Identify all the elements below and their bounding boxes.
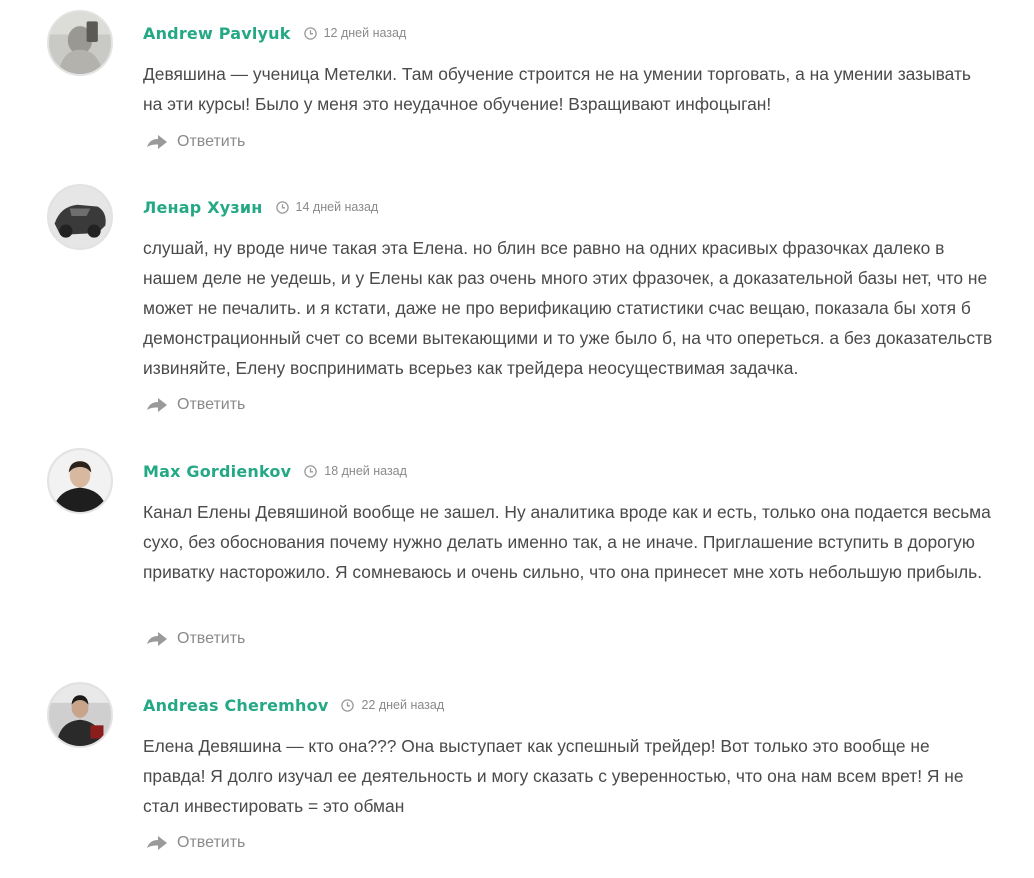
comment-meta: Andreas Cheremhov 22 дней назад: [143, 693, 444, 717]
avatar[interactable]: [47, 10, 113, 76]
author-name[interactable]: Andrew Pavlyuk: [143, 24, 291, 43]
comment-date: 12 дней назад: [323, 26, 407, 40]
reply-arrow-icon: [146, 134, 168, 150]
comment-meta: Andrew Pavlyuk 12 дней назад: [143, 21, 406, 45]
reply-label: Ответить: [177, 630, 246, 647]
comment-text: Канал Елены Девяшиной вообще не зашел. Н…: [143, 502, 991, 582]
comment-date: 22 дней назад: [361, 698, 445, 712]
reply-arrow-icon: [146, 835, 168, 851]
author-name[interactable]: Max Gordienkov: [143, 462, 291, 481]
comment-text: слушай, ну вроде ниче такая эта Елена. н…: [143, 238, 993, 378]
clock-icon: [341, 698, 355, 712]
reply-arrow-icon: [146, 397, 168, 413]
clock-icon: [304, 464, 317, 478]
comment-text: Елена Девяшина — кто она??? Она выступае…: [143, 736, 964, 816]
comment-meta: Ленар Хузин 14 дней назад: [143, 195, 378, 219]
avatar[interactable]: [47, 448, 113, 514]
comment-text: Девяшина — ученица Метелки. Там обучение…: [143, 64, 971, 114]
reply-button[interactable]: Ответить: [146, 396, 245, 414]
author-name[interactable]: Andreas Cheremhov: [143, 696, 328, 715]
avatar[interactable]: [47, 682, 113, 748]
reply-label: Ответить: [177, 396, 246, 413]
reply-button[interactable]: Ответить: [146, 630, 245, 648]
author-name[interactable]: Ленар Хузин: [143, 198, 263, 217]
clock-icon: [303, 26, 317, 40]
reply-button[interactable]: Ответить: [146, 133, 245, 151]
comment-date: 14 дней назад: [295, 200, 379, 214]
reply-label: Ответить: [177, 133, 246, 150]
avatar[interactable]: [47, 184, 113, 250]
reply-button[interactable]: Ответить: [146, 834, 245, 852]
comment-meta: Max Gordienkov 18 дней назад: [143, 459, 407, 483]
reply-label: Ответить: [177, 834, 246, 851]
clock-icon: [275, 200, 289, 214]
comment-date: 18 дней назад: [324, 464, 407, 478]
reply-arrow-icon: [146, 631, 168, 647]
